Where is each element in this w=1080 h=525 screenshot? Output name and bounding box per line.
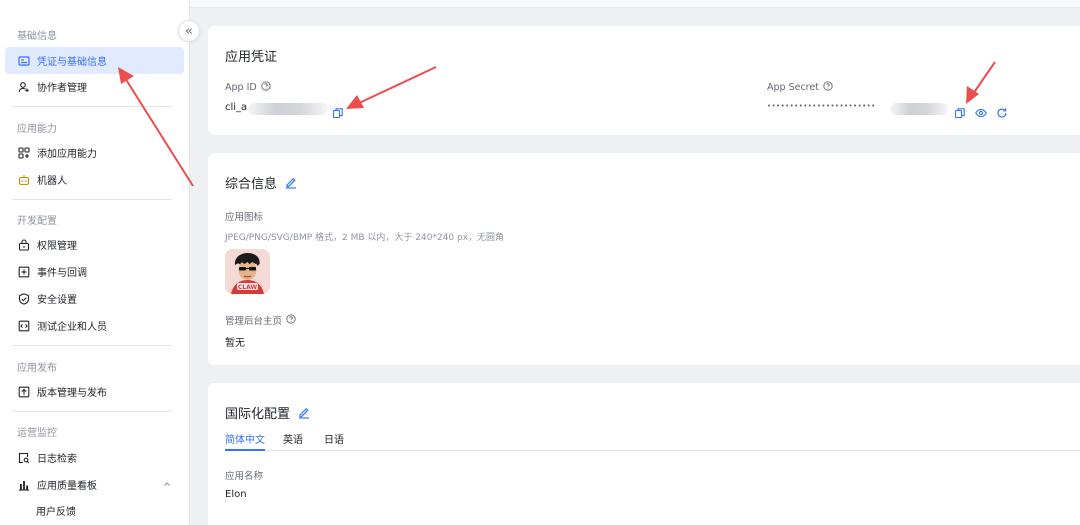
sidebar-item-label: 测试企业和人员: [37, 322, 107, 333]
sidebar-item-label: 凭证与基础信息: [37, 57, 107, 68]
sidebar-item-test-enterprise[interactable]: 测试企业和人员: [5, 312, 184, 339]
sidebar-item-security[interactable]: 安全设置: [5, 285, 184, 312]
upload-box-icon: [17, 385, 31, 399]
group-title-dev-config: 开发配置: [17, 216, 57, 227]
i18n-title: 国际化配置: [225, 407, 291, 422]
credential-icon: [17, 54, 31, 68]
sidebar-item-quality-dashboard[interactable]: 应用质量看板: [5, 471, 184, 498]
lock-icon: [17, 238, 31, 252]
edit-icon[interactable]: [284, 174, 298, 189]
divider: [12, 199, 172, 200]
admin-home-value: 暂无: [225, 338, 245, 349]
app-id-label-text: App ID: [225, 82, 257, 93]
divider: [12, 411, 172, 412]
app-name-value: Elon: [225, 489, 247, 500]
robot-icon: [17, 173, 31, 187]
sidebar-item-robot[interactable]: 机器人: [5, 166, 184, 193]
grid-add-icon: [17, 146, 31, 160]
sidebar-item-label: 添加应用能力: [37, 149, 97, 160]
app-id-label: App ID: [225, 81, 271, 94]
sidebar-item-label: 权限管理: [37, 241, 77, 252]
group-title-capabilities: 应用能力: [17, 124, 57, 135]
app-icon-text: CLAW: [238, 284, 258, 291]
app-secret-redaction: [890, 103, 948, 115]
eye-icon[interactable]: [975, 104, 987, 118]
credentials-card: 应用凭证 App ID cli_a App Secret •••••••••••…: [208, 26, 1080, 135]
sidebar-item-label: 日志检索: [37, 454, 77, 465]
group-title-basic: 基础信息: [17, 31, 57, 42]
sidebar-item-events[interactable]: 事件与回调: [5, 258, 184, 285]
double-chevron-left-icon: «: [185, 23, 193, 39]
tabs-divider: [225, 450, 1080, 451]
app-id-redaction: [248, 103, 328, 115]
sidebar-item-add-capability[interactable]: 添加应用能力: [5, 139, 184, 166]
tab-simplified-chinese[interactable]: 简体中文: [225, 431, 265, 446]
sidebar-item-label: 协作者管理: [37, 83, 87, 94]
top-bar: [190, 0, 1080, 8]
sidebar-item-collaborators[interactable]: 协作者管理: [5, 73, 184, 100]
app-icon-label: 应用图标: [225, 212, 264, 223]
app-secret-label: App Secret: [767, 81, 833, 94]
sidebar-item-permissions[interactable]: 权限管理: [5, 231, 184, 258]
sidebar-item-label: 版本管理与发布: [37, 388, 107, 399]
admin-home-label: 管理后台主页: [225, 313, 296, 327]
bar-chart-icon: [17, 478, 31, 492]
shield-icon: [17, 292, 31, 306]
sidebar-item-log-search[interactable]: 日志检索: [5, 444, 184, 471]
i18n-card: 国际化配置 简体中文 英语 日语 应用名称 Elon: [208, 383, 1080, 525]
chevron-up-icon[interactable]: [162, 479, 172, 489]
sidebar-item-user-feedback[interactable]: 用户反馈: [5, 497, 184, 524]
app-id-value: cli_a: [225, 102, 248, 113]
sidebar-item-label: 机器人: [37, 176, 67, 187]
event-icon: [17, 265, 31, 279]
sidebar-item-label: 应用质量看板: [37, 481, 97, 492]
tab-japanese[interactable]: 日语: [324, 431, 344, 446]
app-secret-value: ••••••••••••••••••••••••: [767, 102, 876, 110]
divider: [12, 106, 172, 107]
copy-icon[interactable]: [332, 104, 344, 119]
sidebar-item-credentials[interactable]: 凭证与基础信息: [5, 47, 184, 74]
app-name-label: 应用名称: [225, 471, 264, 482]
active-tab-indicator: [225, 449, 265, 451]
collapse-sidebar-button[interactable]: «: [178, 20, 200, 42]
app-secret-label-text: App Secret: [767, 82, 819, 93]
sidebar: 基础信息 凭证与基础信息 协作者管理 应用能力 添加应用能力 机器人 开发配置 …: [0, 0, 190, 525]
refresh-icon[interactable]: [996, 104, 1008, 118]
sidebar-item-label: 安全设置: [37, 295, 77, 306]
sidebar-item-label: 事件与回调: [37, 268, 87, 279]
sidebar-item-label: 用户反馈: [36, 507, 76, 518]
app-icon-image[interactable]: CLAW: [225, 249, 270, 294]
divider: [12, 345, 172, 346]
help-icon[interactable]: [286, 313, 296, 327]
help-icon[interactable]: [823, 81, 833, 94]
sidebar-item-versions[interactable]: 版本管理与发布: [5, 378, 184, 405]
code-box-icon: [17, 319, 31, 333]
app-icon-hint: JPEG/PNG/SVG/BMP 格式，2 MB 以内，大于 240*240 p…: [225, 233, 505, 243]
edit-icon[interactable]: [297, 404, 311, 419]
general-info-card: 综合信息 应用图标 JPEG/PNG/SVG/BMP 格式，2 MB 以内，大于…: [208, 153, 1080, 365]
log-search-icon: [17, 451, 31, 465]
user-add-icon: [17, 80, 31, 94]
copy-icon[interactable]: [954, 104, 966, 119]
credentials-title: 应用凭证: [225, 50, 278, 65]
group-title-monitoring: 运营监控: [17, 428, 57, 439]
admin-home-label-text: 管理后台主页: [225, 316, 283, 327]
tab-english[interactable]: 英语: [283, 431, 303, 446]
general-info-title: 综合信息: [225, 177, 278, 192]
help-icon[interactable]: [261, 81, 271, 94]
group-title-release: 应用发布: [17, 363, 57, 374]
